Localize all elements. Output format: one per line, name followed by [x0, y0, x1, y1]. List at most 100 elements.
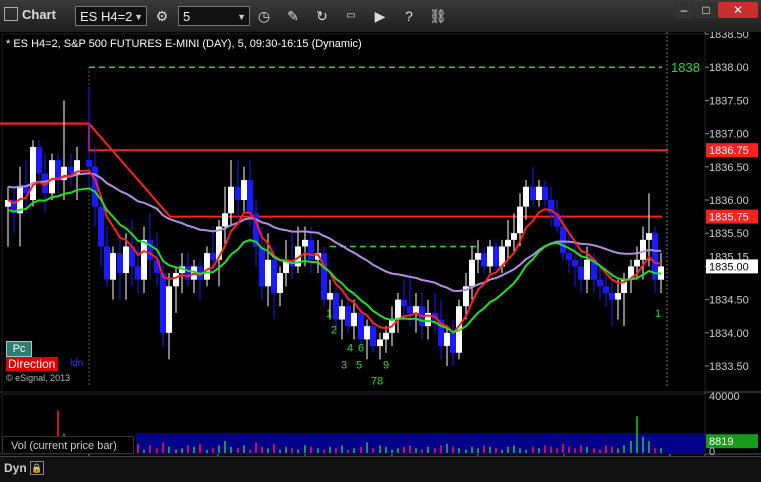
level-1838-label: 1838 — [671, 60, 700, 75]
price-tick-label: 1837.50 — [709, 95, 749, 107]
candle-body — [204, 253, 210, 280]
candle-body — [634, 259, 640, 267]
direction-tag[interactable]: Direction — [6, 357, 59, 371]
symbol-combobox[interactable]: ES H4=2 ▼ — [75, 6, 147, 26]
candle-body — [370, 326, 376, 347]
interval-combobox[interactable]: 5 ▼ — [178, 6, 250, 26]
candle-body — [481, 253, 487, 267]
candle-body — [345, 306, 351, 327]
maximize-button[interactable]: □ — [696, 2, 716, 18]
price-tick-label: 1835.50 — [709, 228, 749, 240]
play-icon[interactable]: ▶ — [370, 6, 390, 26]
wave-count-label: 2 — [331, 324, 337, 336]
chevron-down-icon[interactable]: ▼ — [237, 7, 246, 27]
toolbar: Chart ES H4=2 ▼ ⚙ 5 ▼ ◷ ✎ ↻ ▭ ▶ ? ⛓ – □ … — [0, 0, 761, 33]
pencil-icon[interactable]: ✎ — [283, 6, 303, 26]
wave-count-label: 9 — [383, 360, 389, 372]
minimize-button[interactable]: – — [674, 2, 694, 18]
pc-tag[interactable]: Pc — [6, 341, 32, 357]
candle-body — [160, 273, 166, 333]
candle-body — [110, 253, 116, 280]
candle-body — [68, 166, 74, 174]
candle-body — [49, 160, 55, 194]
symbol-value: ES H4=2 — [80, 9, 133, 24]
candle-body — [30, 146, 36, 200]
candle-body — [511, 233, 517, 240]
candle-body — [469, 259, 475, 287]
candle-body — [407, 306, 413, 313]
candle-body — [241, 180, 247, 200]
candle-body — [530, 186, 536, 200]
candle-body — [235, 186, 241, 200]
help-icon[interactable]: ? — [399, 6, 419, 26]
candle-body — [333, 292, 339, 320]
wave-count-label: 1 — [326, 308, 332, 320]
candle-body — [135, 266, 141, 280]
gear-icon[interactable]: ⚙ — [152, 6, 172, 26]
link-icon[interactable]: ⛓ — [428, 6, 448, 26]
candle-body — [603, 286, 609, 293]
candle-body — [123, 246, 129, 274]
clock-icon[interactable]: ◷ — [254, 6, 274, 26]
refresh-icon[interactable]: ↻ — [312, 6, 332, 26]
last-price-tag: 1835.00 — [709, 261, 749, 273]
wave-count-label: 1 — [655, 308, 661, 320]
chevron-down-icon[interactable]: ▼ — [134, 7, 143, 27]
candle-body — [475, 253, 481, 260]
price-tick-label: 1836.00 — [709, 195, 749, 207]
price-tick-label: 1838.50 — [709, 32, 749, 41]
volume-study-label[interactable]: Vol (current price bar) — [2, 436, 134, 454]
study-icon[interactable]: ▭ — [341, 6, 361, 26]
candle-body — [117, 253, 123, 274]
candle-body — [265, 259, 271, 287]
candle-body — [185, 266, 191, 280]
candle-body — [327, 292, 333, 300]
candle-body — [36, 146, 42, 174]
candle-body — [450, 332, 456, 353]
red-level-1-price-tag: 1836.75 — [709, 145, 749, 157]
candle-body — [351, 312, 357, 327]
wave-count-label: 6 — [358, 342, 364, 354]
candle-body — [523, 186, 529, 207]
close-button[interactable]: ✕ — [718, 2, 758, 18]
candle-body — [560, 226, 566, 254]
candle-body — [247, 180, 253, 214]
candle-body — [302, 239, 308, 247]
candle-body — [98, 206, 104, 247]
candle-body — [615, 292, 621, 300]
candle-body — [444, 332, 450, 347]
candle-body — [86, 160, 92, 167]
price-tick-label: 1834.50 — [709, 295, 749, 307]
candle-body — [271, 259, 277, 293]
candle-body — [277, 273, 283, 293]
volume-tick-label: 40000 — [709, 391, 740, 403]
wave-count-label: 4 — [347, 342, 353, 354]
candle-body — [505, 239, 511, 247]
direction-tag-suffix: ldn — [70, 358, 84, 369]
red-level-2-price-tag: 1835.75 — [709, 212, 749, 224]
bottom-bar: Dyn 🔒 — [0, 456, 761, 482]
candle-body — [339, 306, 345, 320]
price-tick-label: 1837.00 — [709, 129, 749, 141]
candle-body — [401, 299, 407, 307]
price-tick-label: 1838.00 — [709, 62, 749, 74]
candle-body — [141, 239, 147, 280]
copyright: © eSignal, 2013 — [6, 373, 71, 383]
candle-body — [609, 292, 615, 300]
dyn-button[interactable]: Dyn — [4, 461, 27, 475]
candle-body — [572, 259, 578, 267]
candle-body — [210, 253, 216, 260]
price-tick-label: 1834.00 — [709, 328, 749, 340]
lock-icon[interactable]: 🔒 — [30, 461, 44, 475]
candle-body — [308, 239, 314, 260]
candle-body — [104, 246, 110, 280]
candle-body — [173, 273, 179, 287]
candle-body — [542, 186, 548, 200]
price-chart[interactable]: 1838.50 1838.00 1837.50 1837.00 1836.50 1836.… — [0, 32, 761, 456]
candle-body — [228, 186, 234, 214]
candle-body — [395, 299, 401, 320]
candle-body — [536, 186, 542, 200]
price-tick-label: 1836.50 — [709, 162, 749, 174]
candle-body — [377, 339, 383, 347]
candle-body — [566, 253, 572, 260]
